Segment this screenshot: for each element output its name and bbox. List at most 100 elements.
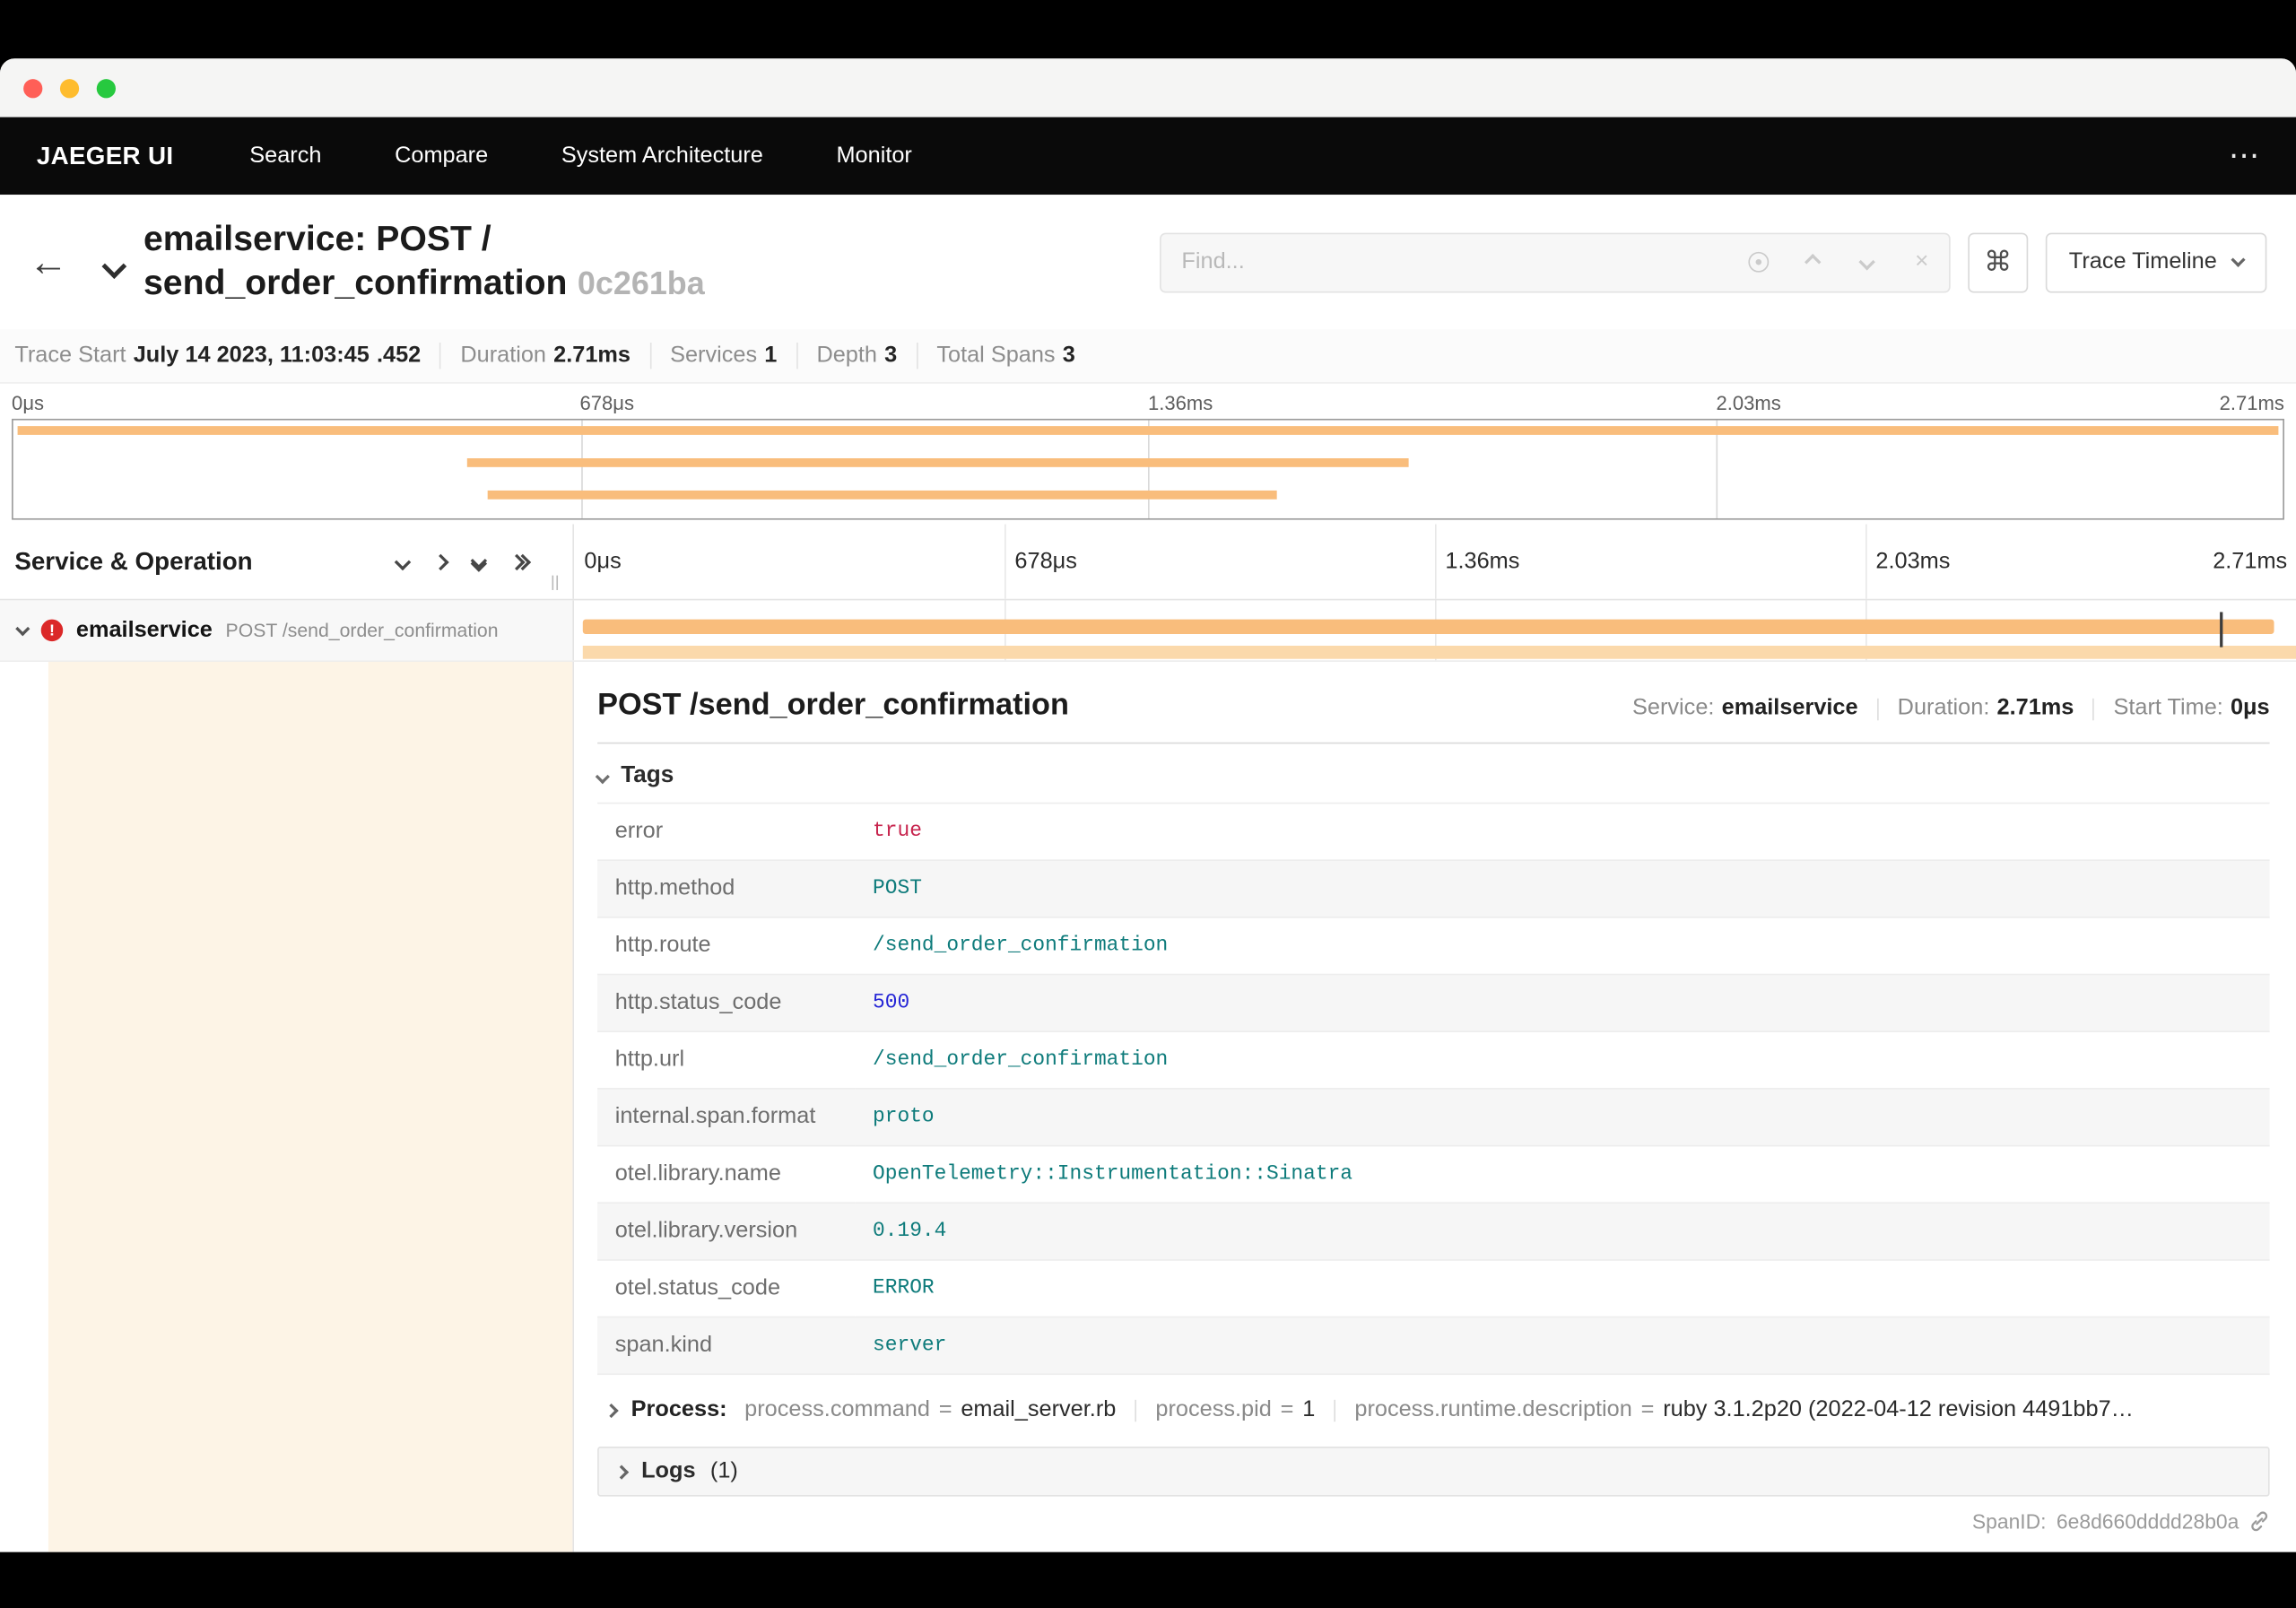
copy-link-icon[interactable] bbox=[2249, 1511, 2270, 1532]
span-duration-bar[interactable] bbox=[582, 619, 2274, 634]
find-input[interactable] bbox=[1161, 233, 1733, 291]
column-resizer[interactable] bbox=[552, 575, 559, 590]
nav-item-system-architecture[interactable]: System Architecture bbox=[561, 143, 763, 169]
clear-find-icon[interactable]: × bbox=[1895, 233, 1949, 291]
gridline bbox=[580, 420, 582, 518]
divider bbox=[1135, 1399, 1137, 1421]
timeline-tick: 1.36ms bbox=[1445, 548, 1520, 574]
tag-value: OpenTelemetry::Instrumentation::Sinatra bbox=[855, 1145, 2270, 1204]
span-detail-panel: POST /send_order_confirmation Service: em… bbox=[574, 661, 2296, 1552]
span-detail-row: POST /send_order_confirmation Service: em… bbox=[0, 661, 2296, 1552]
nav-item-compare[interactable]: Compare bbox=[395, 143, 488, 169]
chevron-down-icon bbox=[2231, 252, 2246, 267]
span-id-footer: SpanID: 6e8d660dddd28b0a bbox=[597, 1509, 2269, 1533]
trace-title-line2: send_order_confirmation 0c261ba bbox=[144, 263, 705, 303]
error-icon bbox=[40, 619, 64, 642]
minimap-span-bar-child2 bbox=[487, 490, 1278, 500]
tag-row[interactable]: span.kind server bbox=[597, 1317, 2270, 1376]
minimap-tick: 678μs bbox=[579, 392, 635, 415]
close-window-button[interactable] bbox=[23, 78, 43, 98]
tag-value: 0.19.4 bbox=[855, 1203, 2270, 1261]
gridline bbox=[1148, 420, 1150, 518]
span-row: emailservice POST /send_order_confirmati… bbox=[0, 600, 2296, 662]
collapse-all-icon[interactable] bbox=[470, 552, 488, 571]
trace-summary-bar: Trace Start July 14 2023, 11:03:45.452 Du… bbox=[0, 329, 2296, 384]
nav-item-search[interactable]: Search bbox=[249, 143, 321, 169]
tag-key: internal.span.format bbox=[597, 1088, 856, 1147]
divider bbox=[1334, 1399, 1336, 1421]
trace-depth: Depth 3 bbox=[797, 343, 918, 369]
trace-id: 0c261ba bbox=[577, 265, 705, 302]
timeline-ticks-header: 0μs 678μs 1.36ms 2.03ms 2.71ms bbox=[574, 524, 2296, 599]
tag-key: http.status_code bbox=[597, 974, 856, 1033]
tag-value: 500 bbox=[855, 974, 2270, 1033]
trace-view-selector[interactable]: Trace Timeline bbox=[2045, 231, 2267, 292]
tag-key: otel.status_code bbox=[597, 1259, 856, 1318]
collapse-one-icon[interactable] bbox=[394, 552, 412, 570]
back-button[interactable]: ← bbox=[0, 195, 97, 329]
logs-section-header[interactable]: Logs (1) bbox=[597, 1447, 2270, 1497]
trace-page-header: ← emailservice: POST / send_order_confir… bbox=[0, 195, 2296, 330]
collapse-trace-header-icon[interactable] bbox=[101, 254, 127, 279]
chevron-right-icon bbox=[613, 1464, 630, 1479]
divider bbox=[2092, 697, 2095, 720]
tag-value: POST bbox=[855, 860, 2270, 918]
detail-service: Service: emailservice bbox=[1632, 695, 1858, 721]
prev-result-icon[interactable] bbox=[1787, 233, 1840, 291]
fullscreen-window-button[interactable] bbox=[96, 78, 116, 98]
span-detail-meta: Service: emailservice Duration: 2.71ms Sta… bbox=[1632, 696, 2270, 722]
tag-row[interactable]: http.route/send_order_confirmation bbox=[597, 917, 2270, 976]
span-row-name-cell[interactable]: emailservice POST /send_order_confirmati… bbox=[0, 600, 574, 661]
app-logo[interactable]: JAEGER UI bbox=[37, 142, 174, 171]
timeline-tick: 2.71ms bbox=[2213, 548, 2288, 574]
timeline-tick: 0μs bbox=[584, 548, 622, 574]
span-detail-indent-column bbox=[0, 661, 574, 1552]
minimap-tick: 2.03ms bbox=[1716, 392, 1781, 415]
span-row-timeline-cell[interactable] bbox=[574, 600, 2296, 661]
tag-row[interactable]: internal.span.format proto bbox=[597, 1088, 2270, 1147]
tag-value: proto bbox=[855, 1088, 2270, 1147]
span-detail-overview: POST /send_order_confirmation Service: em… bbox=[597, 688, 2270, 744]
tag-row[interactable]: http.url/send_order_confirmation bbox=[597, 1031, 2270, 1090]
tag-row[interactable]: otel.library.version 0.19.4 bbox=[597, 1203, 2270, 1261]
tag-row[interactable]: http.status_code 500 bbox=[597, 974, 2270, 1033]
process-pid: process.pid = 1 bbox=[1155, 1396, 1316, 1422]
tags-section-label: Tags bbox=[621, 762, 674, 788]
tag-value: ERROR bbox=[855, 1259, 2270, 1318]
overflow-menu-icon[interactable]: ⋯ bbox=[2229, 137, 2259, 174]
process-section-header[interactable]: Process: process.command = email_server.rb… bbox=[597, 1397, 2269, 1423]
service-operation-header: Service & Operation bbox=[0, 524, 574, 599]
tag-row[interactable]: error true bbox=[597, 803, 2270, 862]
tag-value: server bbox=[855, 1317, 2270, 1376]
minimap-span-bar-root bbox=[17, 426, 2279, 435]
locate-span-icon[interactable] bbox=[1732, 233, 1786, 291]
tag-row[interactable]: otel.status_code ERROR bbox=[597, 1259, 2270, 1318]
top-nav: JAEGER UI Search Compare System Architec… bbox=[0, 117, 2296, 196]
tags-section-header[interactable]: Tags bbox=[595, 762, 2269, 789]
expand-one-icon[interactable] bbox=[432, 552, 449, 570]
nav-item-monitor[interactable]: Monitor bbox=[836, 143, 911, 169]
chevron-down-icon bbox=[595, 769, 610, 784]
minimap-canvas[interactable] bbox=[12, 418, 2284, 520]
process-command: process.command = email_server.rb bbox=[744, 1396, 1117, 1422]
minimap-tick: 2.71ms bbox=[2219, 392, 2284, 415]
minimap-tick: 1.36ms bbox=[1148, 392, 1213, 415]
logs-count: (1) bbox=[709, 1458, 738, 1483]
trace-start: Trace Start July 14 2023, 11:03:45.452 bbox=[14, 343, 442, 369]
trace-services: Services 1 bbox=[651, 343, 798, 369]
minimap-tick: 0μs bbox=[12, 392, 45, 415]
tag-key: http.method bbox=[597, 860, 856, 918]
timeline-columns-header: Service & Operation 0μs 678μs 1.36ms 2.0… bbox=[0, 524, 2296, 601]
collapse-span-icon[interactable] bbox=[15, 621, 30, 637]
tag-row[interactable]: http.method POST bbox=[597, 860, 2270, 918]
expand-all-icon[interactable] bbox=[509, 552, 532, 570]
detail-start-time: Start Time: 0μs bbox=[2113, 695, 2270, 721]
minimap-span-bar-child1 bbox=[466, 458, 1410, 467]
next-result-icon[interactable] bbox=[1840, 233, 1894, 291]
trace-total-spans: Total Spans 3 bbox=[936, 343, 1075, 368]
tag-key: http.url bbox=[597, 1031, 856, 1090]
tag-row[interactable]: otel.library.name OpenTelemetry::Instrume… bbox=[597, 1145, 2270, 1204]
minimize-window-button[interactable] bbox=[59, 78, 80, 98]
keyboard-shortcuts-button[interactable]: ⌘ bbox=[1968, 231, 2029, 292]
trace-title[interactable]: emailservice: POST / send_order_confirma… bbox=[144, 218, 705, 306]
